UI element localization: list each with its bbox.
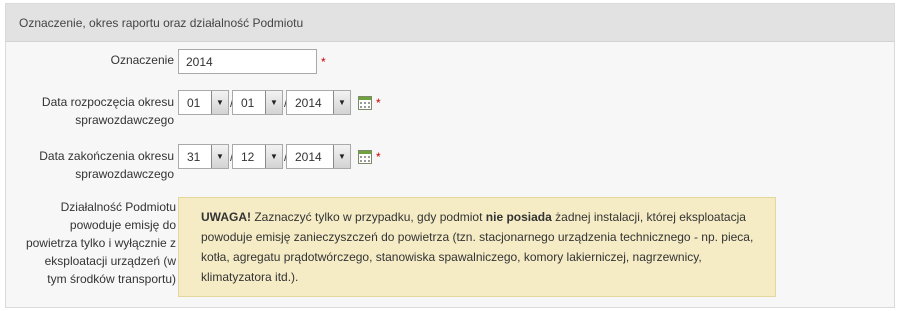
end-date-label-line2: sprawozdawczego — [75, 167, 174, 181]
warning-box: UWAGA! Zaznaczyć tylko w przypadku, gdy … — [178, 197, 776, 297]
start-date-label-line1: Data rozpoczęcia okresu — [41, 95, 174, 109]
oznaczenie-label: Oznaczenie — [110, 53, 174, 67]
start-date-required-mark: * — [376, 96, 381, 110]
end-date-required-mark: * — [376, 150, 381, 164]
end-date-label-line1: Data zakończenia okresu — [39, 149, 174, 163]
start-day-value: 01 — [187, 96, 201, 110]
warning-emphasis: nie posiada — [485, 210, 552, 224]
start-day-select[interactable]: 01 ▼ — [178, 90, 229, 115]
start-year-value: 2014 — [295, 96, 322, 110]
end-day-select[interactable]: 31 ▼ — [178, 144, 229, 169]
activity-label-line3: powietrza tylko i wyłącznie z — [25, 236, 176, 250]
section-title: Oznaczenie, okres raportu oraz działalno… — [19, 16, 304, 30]
start-month-value: 01 — [241, 96, 255, 110]
chevron-down-icon[interactable]: ▼ — [265, 91, 282, 114]
chevron-down-icon[interactable]: ▼ — [211, 91, 228, 114]
oznaczenie-required-mark: * — [321, 55, 326, 69]
activity-label-line1: Działalność Podmiotu — [60, 200, 176, 214]
calendar-icon[interactable] — [358, 96, 372, 110]
warning-text-before: Zaznaczyć tylko w przypadku, gdy podmiot — [251, 210, 486, 224]
oznaczenie-input[interactable] — [178, 49, 317, 74]
start-date-label-line2: sprawozdawczego — [75, 113, 174, 127]
chevron-down-icon[interactable]: ▼ — [333, 145, 350, 168]
end-month-value: 12 — [241, 150, 255, 164]
calendar-icon[interactable] — [358, 150, 372, 164]
start-month-select[interactable]: 01 ▼ — [232, 90, 283, 115]
end-year-select[interactable]: 2014 ▼ — [286, 144, 351, 169]
chevron-down-icon[interactable]: ▼ — [265, 145, 282, 168]
end-year-value: 2014 — [295, 150, 322, 164]
activity-label-line4: eksploatacji urządzeń (w — [44, 254, 176, 268]
section-header: Oznaczenie, okres raportu oraz działalno… — [6, 4, 894, 42]
end-day-value: 31 — [187, 150, 201, 164]
activity-label-line2: powoduje emisję do — [69, 218, 176, 232]
start-year-select[interactable]: 2014 ▼ — [286, 90, 351, 115]
end-month-select[interactable]: 12 ▼ — [232, 144, 283, 169]
activity-label-line5: tym środków transportu) — [47, 272, 176, 286]
warning-prefix: UWAGA! — [201, 210, 251, 224]
chevron-down-icon[interactable]: ▼ — [211, 145, 228, 168]
chevron-down-icon[interactable]: ▼ — [333, 91, 350, 114]
